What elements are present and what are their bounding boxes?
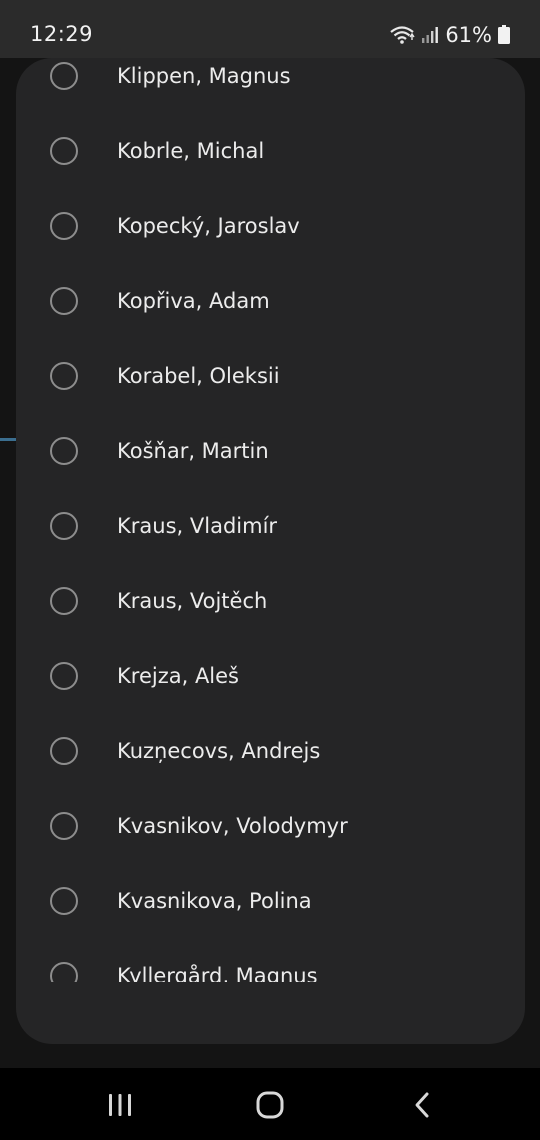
navigation-bar [0,1068,540,1140]
back-button[interactable] [402,1088,442,1122]
list-item[interactable]: Kvasnikova, Polina [16,863,525,938]
radio-button[interactable] [50,737,78,765]
radio-button[interactable] [50,512,78,540]
back-icon [415,1092,429,1118]
name-list[interactable]: Klippen, Magnus Kobrle, Michal Kopecký, Ja… [16,58,525,982]
list-item[interactable]: Kraus, Vladimír [16,488,525,563]
radio-button[interactable] [50,62,78,90]
list-item[interactable]: Kuzņecovs, Andrejs [16,713,525,788]
list-item-label: Klippen, Magnus [117,64,291,88]
home-icon [256,1091,284,1119]
selection-dialog: Klippen, Magnus Kobrle, Michal Kopecký, Ja… [16,58,525,1044]
list-item-label: Kopřiva, Adam [117,289,270,313]
status-icons: 61% [389,20,510,50]
list-item-label: Korabel, Oleksii [117,364,280,388]
home-button[interactable] [250,1088,290,1122]
recents-button[interactable] [100,1088,140,1122]
list-item-label: Kyllergård, Magnus [117,964,318,982]
radio-button[interactable] [50,662,78,690]
list-item-label: Kopecký, Jaroslav [117,214,300,238]
radio-button[interactable] [50,437,78,465]
list-item-label: Krejza, Aleš [117,664,240,688]
radio-button[interactable] [50,587,78,615]
list-item[interactable]: Krejza, Aleš [16,638,525,713]
list-item[interactable]: Kopřiva, Adam [16,263,525,338]
radio-button[interactable] [50,212,78,240]
list-item-label: Kraus, Vladimír [117,514,278,538]
list-item[interactable]: Kvasnikov, Volodymyr [16,788,525,863]
list-item-label: Kvasnikov, Volodymyr [117,814,348,838]
list-item[interactable]: Kobrle, Michal [16,113,525,188]
list-item[interactable]: Košňar, Martin [16,413,525,488]
list-item-label: Kraus, Vojtěch [117,589,268,613]
battery-icon [498,25,510,45]
radio-button[interactable] [50,362,78,390]
radio-button[interactable] [50,812,78,840]
radio-button[interactable] [50,137,78,165]
list-item[interactable]: Kopecký, Jaroslav [16,188,525,263]
list-item-label: Kobrle, Michal [117,139,265,163]
signal-icon [421,26,439,44]
status-time: 12:29 [30,22,94,46]
recents-icon [109,1094,131,1116]
list-item-label: Košňar, Martin [117,439,269,463]
list-item-label: Kvasnikova, Polina [117,889,312,913]
wifi-icon [389,25,415,45]
radio-button[interactable] [50,287,78,315]
list-item[interactable]: Klippen, Magnus [16,58,525,113]
radio-button[interactable] [50,962,78,982]
list-item-label: Kuzņecovs, Andrejs [117,739,321,763]
battery-percentage: 61% [445,23,492,47]
radio-button[interactable] [50,887,78,915]
list-item[interactable]: Kyllergård, Magnus [16,938,525,982]
background-divider [0,438,16,441]
list-item[interactable]: Korabel, Oleksii [16,338,525,413]
list-item[interactable]: Kraus, Vojtěch [16,563,525,638]
